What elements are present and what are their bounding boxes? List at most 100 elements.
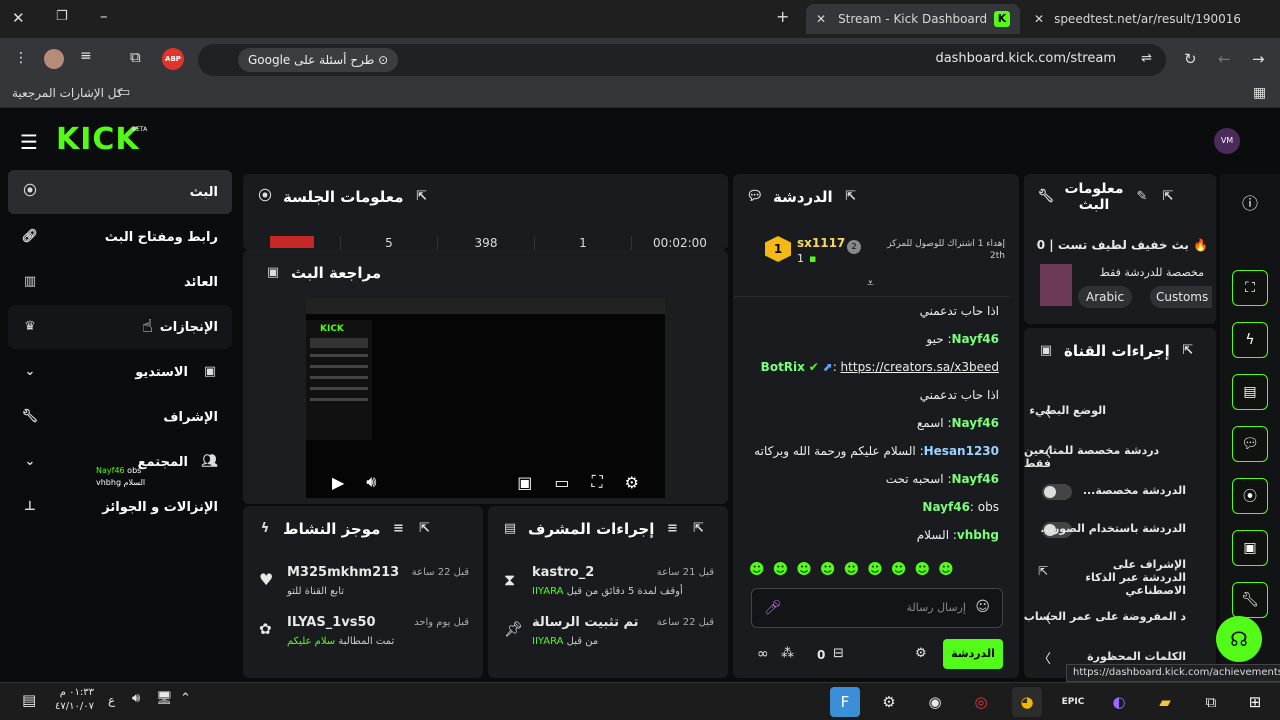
tray-chevron-icon[interactable]: ⌃	[180, 691, 191, 706]
toggle-switch[interactable]	[1042, 484, 1072, 500]
chrome-icon[interactable]: ◕	[1012, 687, 1042, 717]
chat-bubble-icon[interactable]: 💬︎	[1232, 426, 1268, 462]
chat-input[interactable]: 🎤︎ إرسال رسالة ☺	[751, 588, 1003, 628]
expand-icon[interactable]: ⇱	[690, 521, 706, 537]
notes-icon[interactable]: ▤	[1232, 374, 1268, 410]
language-indicator[interactable]: ع	[108, 693, 115, 707]
filter-icon[interactable]: ≡	[390, 521, 406, 537]
new-tab-icon[interactable]: +	[776, 7, 789, 26]
menu-dots-icon[interactable]: ⋮	[14, 50, 28, 66]
message-user[interactable]: Nayf46	[951, 416, 999, 430]
emote-icon[interactable]: ☻	[914, 560, 930, 582]
channel-action-account-age[interactable]: 〈 ...د المفروضة على عمر الحساب	[1024, 598, 1216, 638]
file-explorer-icon[interactable]: ▰	[1150, 687, 1180, 717]
channel-action-slow-mode[interactable]: 〈 الوضع البطيء	[1024, 392, 1216, 432]
tab-speedtest[interactable]: ✕ speedtest.net/ar/result/190016 ◔	[1024, 4, 1240, 34]
message-link[interactable]: https://creators.sa/x3beed	[841, 360, 999, 374]
forward-icon[interactable]: ←	[1218, 50, 1231, 68]
play-icon[interactable]: ▶	[332, 473, 344, 492]
info-icon[interactable]: ⓘ	[1232, 186, 1268, 222]
task-view-icon[interactable]: ⧉	[1196, 687, 1226, 717]
discord-icon[interactable]: ◐	[1104, 687, 1134, 717]
send-chat-button[interactable]: الدردشة	[943, 639, 1003, 669]
site-settings-icon[interactable]: ⇌	[1141, 51, 1152, 66]
filter-icon[interactable]: ≡	[664, 521, 680, 537]
message-user[interactable]: BotRix	[761, 360, 805, 374]
close-window-icon[interactable]: ✕	[12, 9, 25, 27]
mic-icon[interactable]: 🎤︎	[764, 600, 782, 616]
top-gifter[interactable]: sx1117	[797, 236, 845, 250]
message-user[interactable]: Hesan1230	[924, 444, 999, 458]
store-icon[interactable]: ⊟	[833, 646, 844, 661]
nav-item-revenue[interactable]: العائد ▥	[8, 260, 232, 304]
minimize-window-icon[interactable]: –	[100, 7, 108, 25]
emote-icon[interactable]: ☻	[867, 560, 883, 582]
kick-logo[interactable]: KICK	[56, 122, 140, 157]
notifications-icon[interactable]: ▤	[22, 691, 36, 709]
network-icon[interactable]: 🖥︎	[156, 691, 173, 706]
expand-icon[interactable]: ⇱	[1160, 189, 1176, 205]
expand-icon[interactable]: ⇱	[843, 189, 859, 205]
emote-icon[interactable]: ☻	[773, 560, 789, 582]
omnibox[interactable]: ⊙ طرح أسئلة على Google dashboard.kick.co…	[198, 44, 1166, 76]
obs-icon[interactable]: ◉	[920, 687, 950, 717]
adblock-icon[interactable]: ABP	[162, 48, 184, 70]
volume-icon[interactable]: 🔊︎	[132, 691, 140, 706]
nav-item-drops[interactable]: الإنزالات و الجوائز ⊥	[8, 485, 232, 529]
emote-icon[interactable]: ☻	[749, 560, 765, 582]
nav-item-moderation[interactable]: الإشراف 🔧︎	[8, 395, 232, 439]
pip-icon[interactable]: ▣	[517, 473, 532, 492]
apps-grid-icon[interactable]: ▦	[1253, 85, 1266, 101]
support-headset-icon[interactable]: ☊	[1216, 616, 1262, 662]
tag-chip[interactable]: Customs	[1150, 286, 1212, 308]
collapse-icon[interactable]: ⩡	[867, 276, 874, 291]
nav-item-studio[interactable]: ▣ الاستديو ⌄	[8, 350, 232, 394]
google-ask-chip[interactable]: ⊙ طرح أسئلة على Google	[238, 48, 399, 72]
profile-avatar[interactable]	[44, 49, 64, 69]
theater-icon[interactable]: ▭	[554, 473, 569, 492]
message-user[interactable]: Nayf46	[922, 500, 970, 514]
url-text[interactable]: dashboard.kick.com/stream	[935, 51, 1116, 66]
tab-kick-dashboard[interactable]: ✕ Stream - Kick Dashboard K	[806, 4, 1020, 34]
expand-icon[interactable]: ⇱	[414, 189, 430, 205]
back-icon[interactable]: →	[1252, 50, 1265, 68]
activity-user[interactable]: ILYAS_1vs50	[287, 615, 376, 630]
user-avatar[interactable]: VM	[1214, 128, 1240, 154]
close-tab-icon[interactable]: ✕	[1034, 12, 1044, 26]
emote-icon[interactable]: ☻	[820, 560, 836, 582]
emote-icon[interactable]: ☻	[938, 560, 954, 582]
stream-preview-video[interactable]: KICK ▶ 🔊︎ ▣ ▭ ⛶ ⚙	[306, 298, 665, 498]
nav-item-stream[interactable]: البث ⦿	[8, 170, 232, 214]
edit-pencil-icon[interactable]: ✎	[1134, 189, 1150, 205]
expand-icon[interactable]: ⇱	[1180, 343, 1196, 359]
message-user[interactable]: Nayf46	[951, 332, 999, 346]
channel-action-ai-mod[interactable]: ⇱ الإشراف على الدردشة عبر الذكاء الاصطنا…	[1024, 550, 1216, 597]
settings-gear-icon[interactable]: ⚙	[625, 473, 639, 492]
message-user[interactable]: Nayf46	[951, 472, 999, 486]
hamburger-menu-icon[interactable]: ☰	[20, 130, 38, 154]
emoji-icon[interactable]: ☺	[975, 599, 990, 615]
activity-user[interactable]: M325mkhm213	[287, 565, 399, 580]
taskbar-app-icon[interactable]: F	[830, 687, 860, 717]
broadcast-icon[interactable]: ⦿	[1232, 478, 1268, 514]
channel-icon[interactable]: ▣	[1232, 530, 1268, 566]
nav-item-achievements[interactable]: الإنجازات ♛	[8, 305, 232, 349]
clock[interactable]: ٠١:٣٣ م ٤٧/١٠/٠٧	[50, 686, 94, 714]
close-tab-icon[interactable]: ✕	[816, 12, 826, 26]
start-windows-icon[interactable]: ⊞	[1240, 687, 1270, 717]
nav-item-stream-key[interactable]: رابط ومفتاح البث 🔗︎	[8, 215, 232, 259]
emote-icon[interactable]: ☻	[891, 560, 907, 582]
volume-icon[interactable]: 🔊︎	[366, 472, 376, 492]
reload-icon[interactable]: ↻	[1184, 50, 1197, 68]
reading-list-icon[interactable]: ≡	[80, 48, 92, 64]
clip-screen-icon[interactable]: ⛶	[1232, 270, 1268, 306]
emote-icon[interactable]: ☻	[844, 560, 860, 582]
expand-icon[interactable]: ⇱	[416, 521, 432, 537]
lightning-icon[interactable]: ϟ	[1232, 322, 1268, 358]
recorder-icon[interactable]: ◎	[966, 687, 996, 717]
restore-window-icon[interactable]: ❐	[56, 9, 68, 24]
epic-games-icon[interactable]: EPIC	[1058, 687, 1088, 717]
chat-settings-gear-icon[interactable]: ⚙	[915, 646, 927, 661]
tag-chip[interactable]: Arabic	[1078, 286, 1133, 308]
emote-icon[interactable]: ☻	[796, 560, 812, 582]
